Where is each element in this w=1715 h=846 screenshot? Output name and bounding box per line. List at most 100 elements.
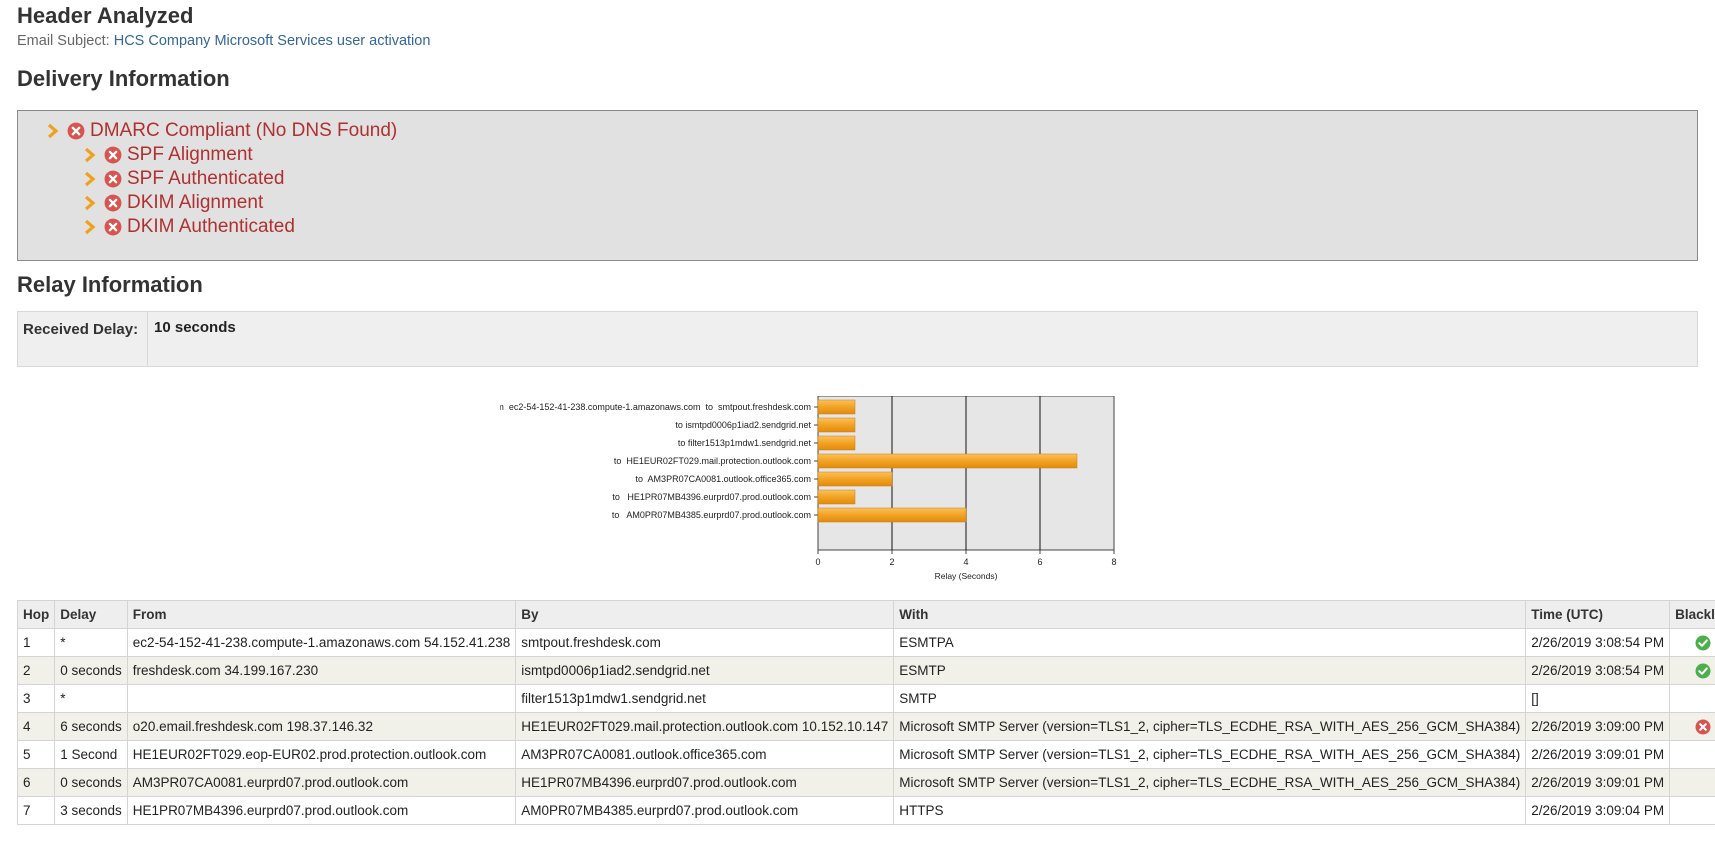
cell-with: Microsoft SMTP Server (version=TLS1_2, c…: [893, 712, 1527, 741]
received-delay-row: Received Delay: 10 seconds: [17, 311, 1698, 367]
x-tick-label: 2: [889, 557, 894, 567]
error-circle-icon: [104, 146, 122, 164]
cell-blacklist: [1669, 712, 1715, 741]
cell-blacklist: [1669, 796, 1715, 825]
cell-time: []: [1525, 684, 1671, 713]
cell-from: o20.email.freshdesk.com 198.37.146.32: [126, 712, 517, 741]
bar: [817, 435, 856, 451]
delivery-item[interactable]: DKIM Alignment: [82, 191, 263, 215]
column-header: Blacklist: [1669, 600, 1715, 629]
cell-hop: 4: [16, 712, 56, 741]
category-label: to ismtpd0006p1iad2.sendgrid.net: [675, 420, 811, 430]
x-tick-label: 0: [815, 557, 820, 567]
column-header: By: [515, 600, 895, 629]
cell-with: SMTP: [893, 684, 1527, 713]
column-header: From: [126, 600, 517, 629]
error-circle-icon: [1695, 719, 1711, 735]
cell-from: HE1EUR02FT029.eop-EUR02.prod.protection.…: [126, 740, 517, 769]
cell-delay: 0 seconds: [54, 768, 128, 797]
cell-hop: 2: [16, 656, 56, 685]
cell-from: AM3PR07CA0081.eurprd07.prod.outlook.com: [126, 768, 517, 797]
cell-blacklist: [1669, 684, 1715, 713]
cell-from: ec2-54-152-41-238.compute-1.amazonaws.co…: [126, 628, 517, 657]
delivery-panel: DMARC Compliant (No DNS Found) SPF Alignm…: [17, 110, 1698, 261]
received-delay-label: Received Delay:: [18, 312, 148, 366]
category-label: to AM0PR07MB4385.eurprd07.prod.outlook.c…: [612, 510, 811, 520]
table-row: 1 * ec2-54-152-41-238.compute-1.amazonaws.…: [16, 628, 1715, 657]
cell-by: AM3PR07CA0081.outlook.office365.com: [515, 740, 895, 769]
category-label: to AM3PR07CA0081.outlook.office365.com: [636, 474, 811, 484]
delivery-item[interactable]: DMARC Compliant (No DNS Found): [45, 119, 397, 143]
x-tick-label: 4: [963, 557, 968, 567]
category-label: to filter1513p1mdw1.sendgrid.net: [678, 438, 812, 448]
table-header-row: HopDelayFromByWithTime (UTC)Blacklist: [16, 600, 1715, 629]
cell-time: 2/26/2019 3:09:04 PM: [1525, 796, 1671, 825]
error-circle-icon: [104, 218, 122, 236]
received-delay-value: 10 seconds: [154, 319, 236, 336]
category-label: to HE1PR07MB4396.eurprd07.prod.outlook.c…: [612, 492, 811, 502]
table-row: 60 seconds AM3PR07CA0081.eurprd07.prod.ou…: [16, 768, 1715, 797]
relay-hops-table: HopDelayFromByWithTime (UTC)Blacklist 1*…: [16, 600, 1715, 825]
bar: [817, 453, 1078, 469]
cell-by: smtpout.freshdesk.com: [515, 628, 895, 657]
bar: [817, 471, 893, 487]
bar: [817, 417, 856, 433]
check-circle-icon: [1695, 663, 1711, 679]
x-tick-label: 8: [1111, 557, 1116, 567]
table-row: 3 * filter1513p1mdw1.sendgrid.net SMTP[]: [16, 684, 1715, 713]
email-subject-value: HCS Company Microsoft Services user acti…: [113, 33, 431, 49]
chevron-right-icon[interactable]: [82, 171, 98, 187]
cell-delay: 1 Second: [54, 740, 128, 769]
cell-with: Microsoft SMTP Server (version=TLS1_2, c…: [893, 768, 1527, 797]
chevron-right-icon[interactable]: [82, 147, 98, 163]
table-row: 46 seconds o20.email.freshdesk.com 198.37…: [16, 712, 1715, 741]
x-axis-label: Relay (Seconds): [935, 571, 998, 581]
cell-hop: 3: [16, 684, 56, 713]
cell-by: HE1EUR02FT029.mail.protection.outlook.co…: [515, 712, 895, 741]
cell-by: ismtpd0006p1iad2.sendgrid.net: [515, 656, 895, 685]
relay-chart: 0 2 4 6 8 From ec2-54-152-41-238.compute-1.am…: [500, 396, 1117, 581]
table-row: 20 seconds freshdesk.com 34.199.167.230 is…: [16, 656, 1715, 685]
cell-delay: *: [54, 628, 128, 657]
delivery-item[interactable]: SPF Authenticated: [82, 167, 284, 191]
cell-with: Microsoft SMTP Server (version=TLS1_2, c…: [893, 740, 1527, 769]
x-tick-label: 6: [1037, 557, 1042, 567]
error-circle-icon: [104, 194, 122, 212]
cell-from: [126, 684, 517, 713]
delivery-item[interactable]: SPF Alignment: [82, 143, 253, 167]
cell-time: 2/26/2019 3:09:00 PM: [1525, 712, 1671, 741]
bar: [817, 507, 967, 523]
delivery-item-label: SPF Authenticated: [127, 168, 285, 189]
relay-title: Relay Information: [17, 272, 203, 297]
email-subject-label: Email Subject:: [17, 33, 110, 49]
delivery-item[interactable]: DKIM Authenticated: [82, 215, 295, 239]
column-header: Time (UTC): [1525, 600, 1671, 629]
delivery-item-label: DMARC Compliant (No DNS Found): [90, 120, 398, 141]
email-subject: Email Subject: HCS Company Microsoft Ser…: [17, 33, 430, 49]
cell-delay: *: [54, 684, 128, 713]
table-row: 73 seconds HE1PR07MB4396.eurprd07.prod.ou…: [16, 796, 1715, 825]
page: Header Analyzed Email Subject: HCS Compa…: [0, 0, 1715, 846]
cell-hop: 5: [16, 740, 56, 769]
cell-delay: 6 seconds: [54, 712, 128, 741]
cell-hop: 1: [16, 628, 56, 657]
bar: [817, 489, 856, 505]
chevron-right-icon[interactable]: [82, 219, 98, 235]
chevron-right-icon[interactable]: [45, 123, 61, 139]
cell-by: HE1PR07MB4396.eurprd07.prod.outlook.com: [515, 768, 895, 797]
category-label: From ec2-54-152-41-238.compute-1.amazona…: [500, 402, 811, 412]
cell-hop: 6: [16, 768, 56, 797]
cell-with: ESMTPA: [893, 628, 1527, 657]
table-row: 51 Second HE1EUR02FT029.eop-EUR02.prod.pr…: [16, 740, 1715, 769]
delivery-item-label: SPF Alignment: [127, 144, 253, 165]
error-circle-icon: [67, 122, 85, 140]
cell-with: ESMTP: [893, 656, 1527, 685]
cell-hop: 7: [16, 796, 56, 825]
chevron-right-icon[interactable]: [82, 195, 98, 211]
cell-by: filter1513p1mdw1.sendgrid.net: [515, 684, 895, 713]
column-header: Delay: [54, 600, 128, 629]
cell-delay: 3 seconds: [54, 796, 128, 825]
column-header: Hop: [16, 600, 56, 629]
delivery-item-label: DKIM Alignment: [127, 192, 264, 213]
cell-time: 2/26/2019 3:09:01 PM: [1525, 740, 1671, 769]
